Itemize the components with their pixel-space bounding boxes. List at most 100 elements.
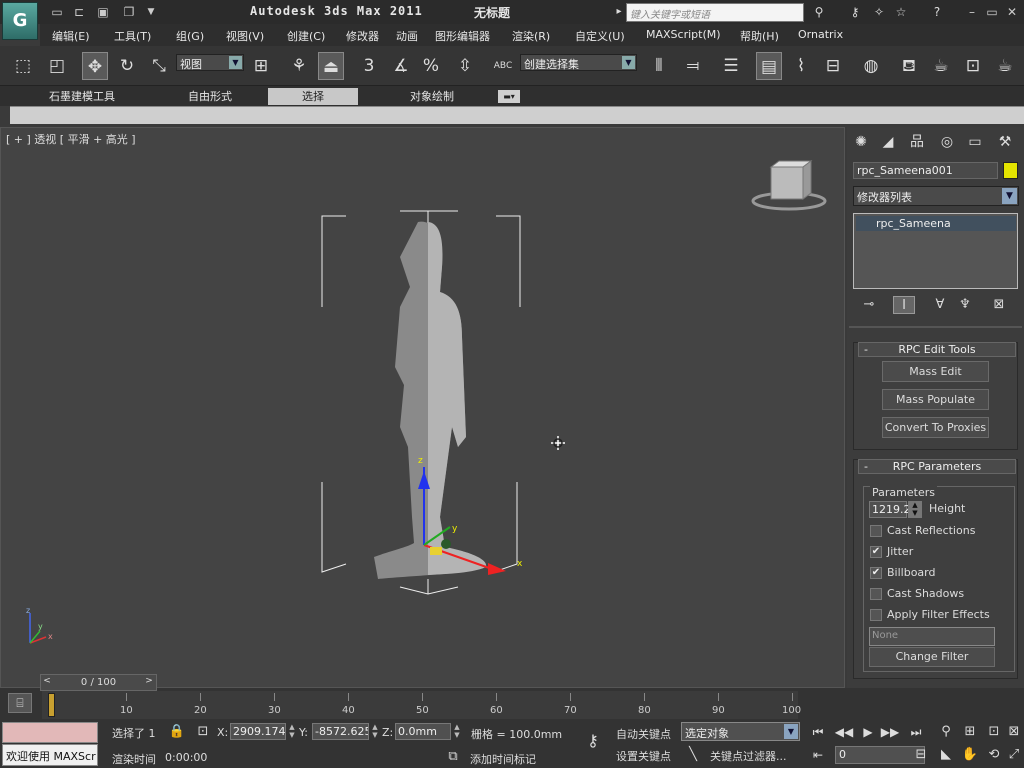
x-coord-field[interactable]: 2909.174m <box>230 723 286 740</box>
mirror-icon[interactable]: ⫴ <box>646 52 672 80</box>
select-region-icon[interactable]: ◰ <box>44 52 70 80</box>
menu-maxscript[interactable]: MAXScript(M) <box>646 28 721 41</box>
align-icon[interactable]: ⫤ <box>680 52 706 80</box>
field-of-view-icon[interactable]: ◣ <box>936 746 956 764</box>
key-mode-select[interactable]: 选定对象 ▼ <box>681 722 800 741</box>
show-end-result-icon[interactable]: Ⅰ <box>893 296 915 314</box>
cast-reflections-label[interactable]: Cast Reflections <box>887 524 975 537</box>
time-tag-icon[interactable]: ⧉ <box>444 748 462 766</box>
orbit-icon[interactable]: ⟲ <box>984 746 1004 764</box>
pivot-center-icon[interactable]: ⊞ <box>248 52 274 80</box>
close-button[interactable]: ✕ <box>1002 3 1022 21</box>
pan-view-icon[interactable]: ✋ <box>960 746 980 764</box>
project-folder-icon[interactable]: ❐ <box>120 4 138 20</box>
rendered-frame-window-icon[interactable]: ☕ <box>928 52 954 80</box>
motion-tab-icon[interactable]: ◎ <box>936 132 958 152</box>
maximize-viewport-icon[interactable]: ⤢ <box>1004 746 1024 764</box>
object-color-swatch[interactable] <box>1003 162 1018 179</box>
layer-manager-icon[interactable]: ☰ <box>718 52 744 80</box>
make-unique-icon[interactable]: ∀ <box>929 296 951 314</box>
key-mode-toggle-icon[interactable]: ⇤ <box>808 746 828 764</box>
help-icon[interactable]: ? <box>928 4 946 20</box>
utilities-tab-icon[interactable]: ⚒ <box>994 132 1016 152</box>
previous-frame-icon[interactable]: ◀◀ <box>834 723 854 741</box>
menu-animation[interactable]: 动画 <box>396 28 418 44</box>
mini-curve-editor-icon[interactable]: ⌸ <box>8 693 32 713</box>
time-playhead[interactable] <box>48 693 55 717</box>
tab-graphite-modeling[interactable]: 石墨建模工具 <box>30 88 134 105</box>
time-slider[interactable]: 0 / 100 <box>40 674 157 691</box>
ribbon-options-icon[interactable]: ▬▾ <box>498 90 520 103</box>
convert-to-proxies-button[interactable]: Convert To Proxies <box>882 417 989 438</box>
create-tab-icon[interactable]: ✺ <box>850 132 872 152</box>
menu-group[interactable]: 组(G) <box>176 28 204 44</box>
filter-field[interactable]: None <box>869 627 995 646</box>
jitter-checkbox[interactable]: ✔ <box>870 546 882 558</box>
curve-editor-icon[interactable]: ⌇ <box>788 52 814 80</box>
quick-access-dropdown-icon[interactable]: ▼ <box>142 4 160 20</box>
menu-help[interactable]: 帮助(H) <box>740 28 779 44</box>
menu-modifiers[interactable]: 修改器 <box>346 28 379 44</box>
zoom-icon[interactable]: ⚲ <box>936 723 956 741</box>
mass-populate-button[interactable]: Mass Populate <box>882 389 989 410</box>
render-setup-icon[interactable]: ⛾ <box>896 52 922 80</box>
object-name-field[interactable]: rpc_Sameena001 <box>853 162 998 179</box>
modifier-list-select[interactable]: 修改器列表 ▼ <box>853 186 1019 206</box>
cast-shadows-checkbox[interactable] <box>870 588 882 600</box>
key-filters-icon[interactable]: ╲ <box>684 746 702 764</box>
select-move-icon[interactable]: ✥ <box>82 52 108 80</box>
rpc-person-silhouette[interactable] <box>374 221 487 579</box>
display-tab-icon[interactable]: ▭ <box>964 132 986 152</box>
menu-create[interactable]: 创建(C) <box>287 28 325 44</box>
tab-freeform[interactable]: 自由形式 <box>162 88 258 105</box>
key-icon[interactable]: ⚷ <box>846 4 864 20</box>
z-spinner-icon[interactable]: ▲ ▼ <box>453 723 461 740</box>
zoom-extents-icon[interactable]: ⊡ <box>984 723 1004 741</box>
pin-stack-icon[interactable]: ⊸ <box>858 296 880 314</box>
new-file-icon[interactable]: ▭ <box>48 4 66 20</box>
schematic-view-icon[interactable]: ⊟ <box>820 52 846 80</box>
cast-reflections-checkbox[interactable] <box>870 525 882 537</box>
change-filter-button[interactable]: Change Filter <box>869 647 995 667</box>
render-teapot-icon[interactable]: ☕ <box>992 52 1018 80</box>
height-spinner-icon[interactable]: ▲ ▼ <box>908 501 922 518</box>
time-slider-prev-button[interactable]: < <box>40 674 54 691</box>
select-object-icon[interactable]: ⬚ <box>10 52 36 80</box>
star-icon[interactable]: ☆ <box>892 4 910 20</box>
add-time-tag-button[interactable]: 添加时间标记 <box>470 751 536 767</box>
binoculars-icon[interactable]: ⚲ <box>810 4 828 20</box>
apply-filter-effects-checkbox[interactable] <box>870 609 882 621</box>
z-coord-field[interactable]: 0.0mm <box>395 723 451 740</box>
zoom-extents-all-icon[interactable]: ⊠ <box>1004 723 1024 741</box>
percent-snap-icon[interactable]: % <box>418 52 444 80</box>
remove-modifier-icon[interactable]: ♆ <box>954 296 976 314</box>
menu-rendering[interactable]: 渲染(R) <box>512 28 550 44</box>
save-file-icon[interactable]: ▣ <box>94 4 112 20</box>
named-selection-set-select[interactable]: 创建选择集 ▼ <box>520 54 637 71</box>
search-input[interactable]: 键入关键字或短语 <box>626 3 804 22</box>
y-spinner-icon[interactable]: ▲ ▼ <box>371 723 379 740</box>
height-input[interactable]: 1219.2 <box>869 501 911 518</box>
rpc-parameters-header[interactable]: - RPC Parameters <box>858 459 1016 474</box>
open-file-icon[interactable]: ⊏ <box>70 4 88 20</box>
time-config-icon[interactable]: ⊟ <box>912 746 930 764</box>
absolute-transform-icon[interactable]: ⊡ <box>194 723 212 741</box>
go-to-end-icon[interactable]: ⏭ <box>906 723 926 741</box>
set-key-button[interactable]: 设置关键点 <box>616 748 671 764</box>
menu-edit[interactable]: 编辑(E) <box>52 28 90 44</box>
billboard-label[interactable]: Billboard <box>887 566 935 579</box>
maxscript-listener-mini[interactable] <box>2 722 98 743</box>
billboard-checkbox[interactable]: ✔ <box>870 567 882 579</box>
restore-button[interactable]: ▭ <box>982 3 1002 21</box>
tab-object-paint[interactable]: 对象绘制 <box>374 88 490 105</box>
keyboard-shortcut-override-icon[interactable]: ⏏ <box>318 52 344 80</box>
select-scale-icon[interactable]: ⤡ <box>146 52 172 80</box>
lock-selection-icon[interactable]: 🔒 <box>168 723 186 741</box>
play-icon[interactable]: ▶ <box>858 723 878 741</box>
menu-tools[interactable]: 工具(T) <box>114 28 151 44</box>
zoom-all-icon[interactable]: ⊞ <box>960 723 980 741</box>
viewcube-icon[interactable] <box>751 160 827 211</box>
mass-edit-button[interactable]: Mass Edit <box>882 361 989 382</box>
snap-toggle-icon[interactable]: 3 <box>356 52 382 80</box>
y-coord-field[interactable]: -8572.625t <box>312 723 369 740</box>
